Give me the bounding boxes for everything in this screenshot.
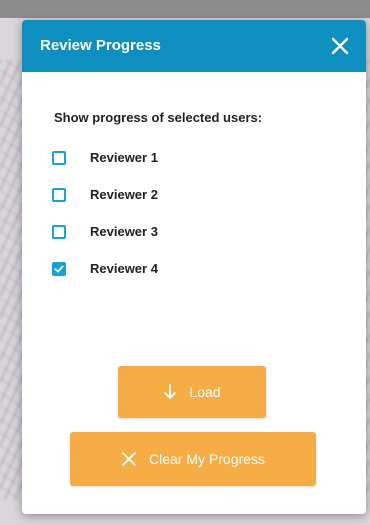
arrow-down-icon: [163, 384, 177, 400]
review-progress-dialog: Review Progress Show progress of selecte…: [22, 20, 366, 514]
dialog-title: Review Progress: [40, 37, 161, 54]
close-icon: [121, 451, 137, 467]
load-button[interactable]: Load: [118, 366, 266, 418]
reviewer-list: Reviewer 1 Reviewer 2 Reviewer 3 Reviewe…: [52, 145, 158, 293]
background-bar: [0, 0, 370, 18]
reviewer-4-label: Reviewer 4: [90, 261, 158, 276]
reviewer-2-checkbox[interactable]: [52, 187, 66, 202]
close-icon: [331, 37, 349, 55]
dialog-header: Review Progress: [22, 20, 366, 72]
reviewer-4-checkbox[interactable]: [52, 261, 66, 276]
reviewer-1-checkbox[interactable]: [52, 150, 66, 165]
reviewer-1-label: Reviewer 1: [90, 150, 158, 165]
reviewer-2-label: Reviewer 2: [90, 187, 158, 202]
reviewer-option-2[interactable]: Reviewer 2: [52, 182, 158, 207]
checkmark-icon: [54, 265, 64, 272]
reviewer-option-3[interactable]: Reviewer 3: [52, 219, 158, 244]
reviewer-3-label: Reviewer 3: [90, 224, 158, 239]
close-button[interactable]: [324, 30, 356, 62]
selected-users-prompt: Show progress of selected users:: [54, 110, 263, 125]
reviewer-3-checkbox[interactable]: [52, 224, 66, 239]
reviewer-option-1[interactable]: Reviewer 1: [52, 145, 158, 170]
reviewer-option-4[interactable]: Reviewer 4: [52, 256, 158, 281]
clear-progress-label: Clear My Progress: [149, 451, 265, 467]
clear-progress-button[interactable]: Clear My Progress: [70, 432, 316, 486]
load-button-label: Load: [189, 384, 221, 400]
